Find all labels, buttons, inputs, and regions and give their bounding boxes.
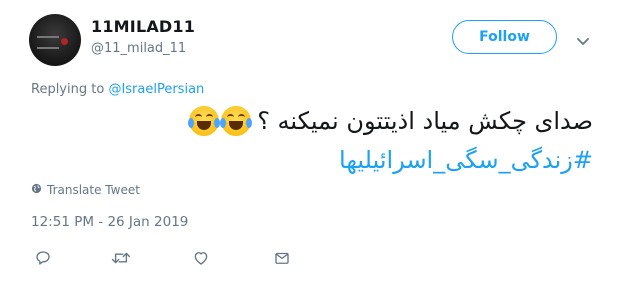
display-name[interactable]: 11MILAD11 bbox=[91, 17, 195, 36]
face-with-tears-of-joy-emoji bbox=[220, 106, 253, 136]
replying-prefix: Replying to bbox=[31, 82, 105, 97]
translate-tweet-button[interactable]: Translate Tweet bbox=[31, 183, 140, 197]
translate-label: Translate Tweet bbox=[47, 183, 140, 197]
hashtag-link[interactable]: #زندگی_سگی_اسرائیلیها bbox=[339, 146, 593, 174]
tweet-timestamp[interactable]: 12:51 PM - 26 Jan 2019 bbox=[31, 214, 188, 230]
tweet-text-line: صدای چکش میاد اذیتتون نمیکنه ؟ bbox=[188, 106, 593, 136]
like-icon[interactable] bbox=[191, 248, 211, 268]
follow-button[interactable]: Follow bbox=[452, 20, 557, 54]
emoji-group bbox=[188, 106, 253, 136]
avatar[interactable] bbox=[29, 14, 81, 66]
tweet-text: صدای چکش میاد اذیتتون نمیکنه ؟ bbox=[257, 107, 593, 135]
direct-message-icon[interactable] bbox=[272, 248, 292, 268]
reply-target-link[interactable]: @IsraelPersian bbox=[108, 82, 204, 97]
reply-icon[interactable] bbox=[33, 248, 53, 268]
retweet-icon[interactable] bbox=[111, 248, 131, 268]
avatar-logo-mark bbox=[37, 36, 59, 49]
globe-icon bbox=[31, 183, 42, 197]
avatar-logo-dot bbox=[61, 38, 68, 45]
face-with-tears-of-joy-emoji bbox=[188, 106, 221, 136]
user-handle[interactable]: @11_milad_11 bbox=[91, 41, 186, 56]
chevron-down-icon[interactable] bbox=[576, 32, 590, 51]
tweet-actions bbox=[33, 248, 293, 268]
replying-to: Replying to @IsraelPersian bbox=[31, 82, 204, 97]
